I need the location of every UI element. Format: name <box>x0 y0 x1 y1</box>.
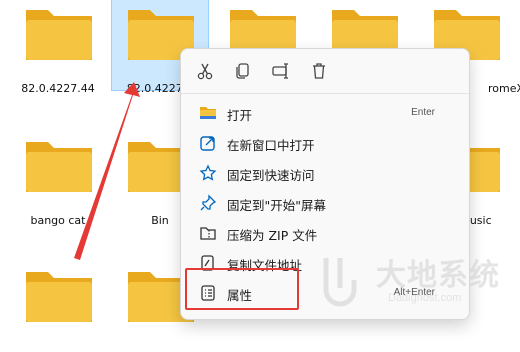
watermark-logo <box>323 258 357 307</box>
watermark: 大地系统 Dadighost.com <box>318 248 518 312</box>
watermark-url: Dadighost.com <box>388 292 462 304</box>
watermark-text: 大地系统 <box>376 258 500 293</box>
